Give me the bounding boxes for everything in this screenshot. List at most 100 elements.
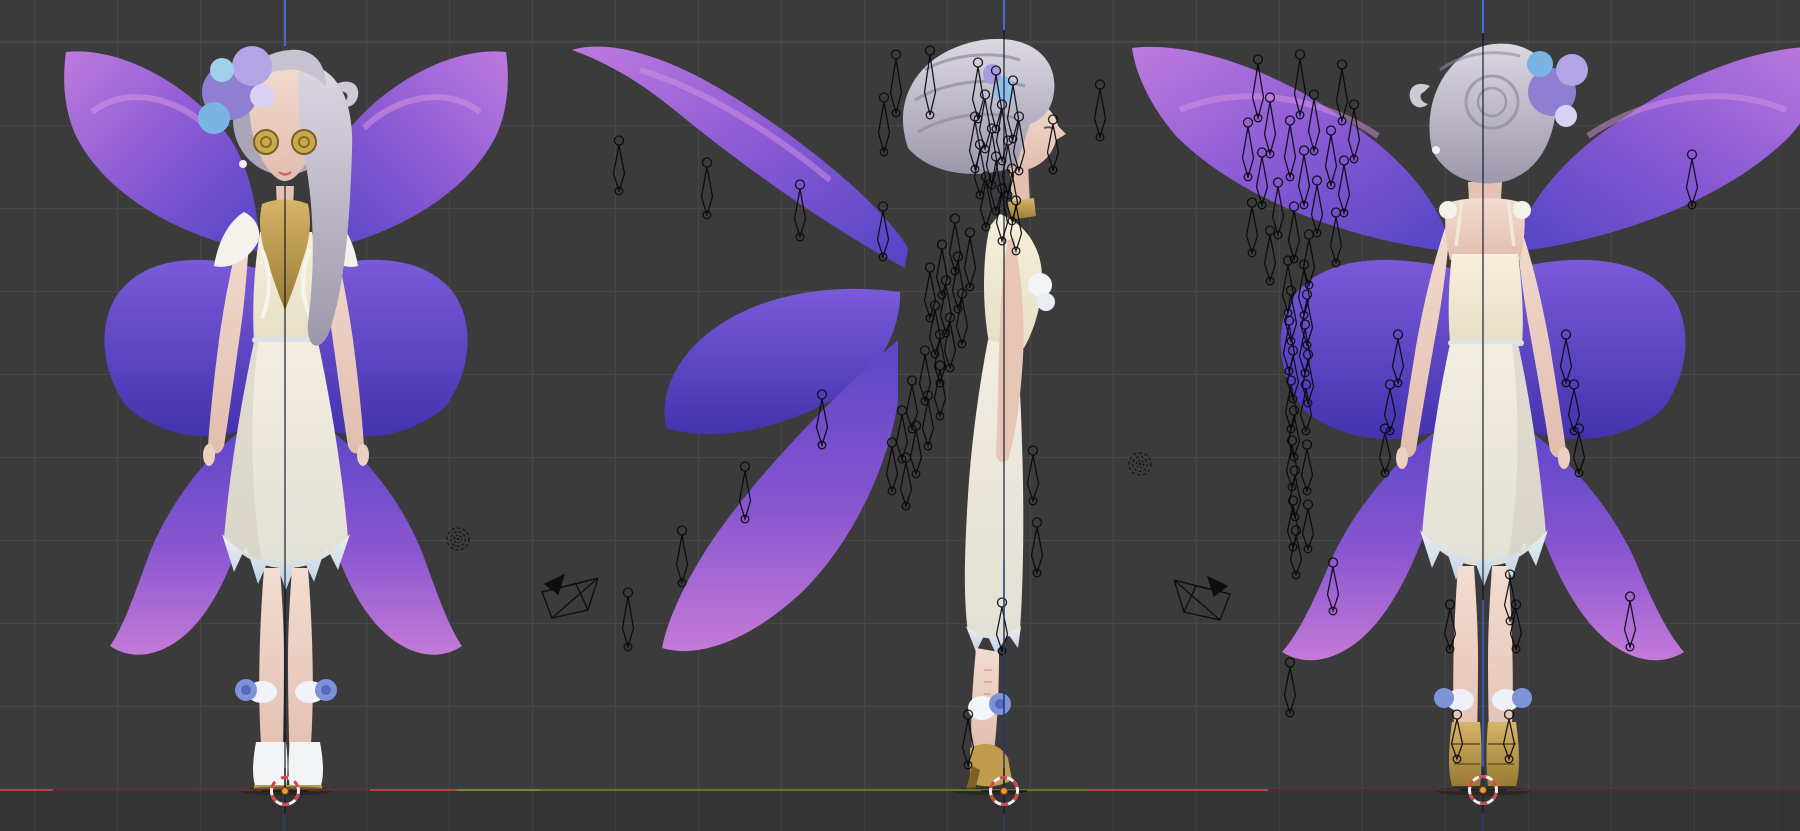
- viewport-canvas[interactable]: [0, 0, 1800, 831]
- camera-object[interactable]: [541, 573, 599, 619]
- bone-body: [1263, 234, 1277, 284]
- lace-puff-right: [1513, 201, 1531, 219]
- armature-bone[interactable]: [935, 239, 949, 300]
- flower-petal: [232, 46, 272, 86]
- armature-bone[interactable]: [1301, 499, 1315, 554]
- bone-body: [675, 534, 689, 586]
- blender-3d-viewport[interactable]: [0, 0, 1800, 831]
- armature-bone[interactable]: [955, 288, 969, 349]
- armature-bone[interactable]: [885, 437, 899, 496]
- bone-body: [1300, 448, 1314, 493]
- armature-bone[interactable]: [1245, 197, 1259, 258]
- bone-head-joint: [896, 405, 908, 416]
- armature-bone[interactable]: [1030, 517, 1044, 578]
- bone-head-joint: [949, 213, 961, 224]
- body-side: [964, 214, 1055, 790]
- armature-bone[interactable]: [1283, 657, 1297, 718]
- bone-head-joint: [1308, 89, 1320, 100]
- ankle-rose-right: [1512, 688, 1532, 708]
- bone-body: [963, 236, 977, 290]
- bodice-back: [1448, 254, 1523, 344]
- horn-curl: [1409, 83, 1430, 108]
- armature-bone[interactable]: [1289, 525, 1303, 580]
- cursor-center-dot: [1479, 786, 1487, 794]
- armature-bone[interactable]: [951, 251, 965, 314]
- chest-fluff-2: [1037, 293, 1055, 311]
- empty-center-dot: [456, 537, 460, 541]
- bone-head-joint: [936, 239, 948, 250]
- armature-bone[interactable]: [1286, 495, 1300, 552]
- flower-petal-cyan: [210, 58, 234, 82]
- cursor-center-dot: [1000, 787, 1008, 795]
- bone-head-joint: [919, 345, 931, 356]
- bone-body: [1245, 206, 1259, 256]
- bone-body: [1287, 210, 1301, 262]
- bone-head-joint: [701, 157, 713, 168]
- armature-bone[interactable]: [889, 49, 903, 118]
- bone-body: [877, 101, 891, 155]
- armature-bone[interactable]: [939, 275, 953, 338]
- bone-body: [612, 144, 626, 194]
- fairy-model-back-view[interactable]: [1132, 43, 1800, 796]
- bone-head-joint: [1348, 99, 1360, 110]
- bone-body: [1026, 454, 1040, 504]
- armature-bone[interactable]: [1300, 439, 1314, 496]
- armature-bone[interactable]: [877, 92, 891, 157]
- bone-head-joint: [1303, 229, 1315, 240]
- hand-left: [1396, 447, 1408, 469]
- bone-body: [933, 369, 947, 419]
- hand-right: [357, 444, 369, 466]
- bone-head-joint: [1264, 225, 1276, 236]
- armature-bone[interactable]: [700, 157, 714, 220]
- bone-body: [885, 446, 899, 494]
- armature-bone[interactable]: [928, 300, 942, 359]
- bone-head-joint: [1094, 79, 1106, 90]
- armature-bone[interactable]: [675, 525, 689, 588]
- hand-left: [203, 444, 215, 466]
- armature-bone[interactable]: [943, 312, 957, 373]
- cursor-center-dot: [281, 787, 289, 795]
- eye-right-gold-swirl: [291, 129, 317, 155]
- bone-body: [1283, 666, 1297, 716]
- earring: [1432, 146, 1440, 154]
- bone-head-joint: [1290, 525, 1302, 536]
- eye-left-gold-swirl: [253, 129, 279, 155]
- armature-bone[interactable]: [1285, 435, 1299, 492]
- flower-petal-blue: [198, 102, 230, 134]
- bone-body: [909, 429, 923, 477]
- bone-head-joint: [924, 262, 936, 273]
- flower-petal-light: [1555, 105, 1577, 127]
- armature-bone[interactable]: [899, 452, 913, 511]
- bone-head-joint: [1336, 59, 1348, 70]
- flower-petal-blue: [1527, 51, 1553, 77]
- armature-bone[interactable]: [1093, 79, 1107, 142]
- head-side: [903, 38, 1066, 220]
- armature-bone[interactable]: [918, 345, 932, 406]
- bone-body: [923, 271, 937, 321]
- shoe-left: [253, 742, 288, 788]
- armature-bone[interactable]: [621, 587, 635, 652]
- bone-head-joint: [1294, 49, 1306, 60]
- bone-body: [918, 354, 932, 404]
- armature-bone[interactable]: [1026, 445, 1040, 506]
- bone-head-joint: [1027, 445, 1039, 456]
- armature-bone[interactable]: [612, 135, 626, 196]
- bone-head-joint: [613, 135, 625, 146]
- bone-head-joint: [1246, 197, 1258, 208]
- bone-head-joint: [739, 461, 751, 472]
- ankle-rose-left: [1434, 688, 1454, 708]
- armature-bone[interactable]: [933, 329, 947, 388]
- armature-bone[interactable]: [963, 227, 977, 292]
- armature-bone[interactable]: [979, 171, 993, 232]
- empty-sphere-object[interactable]: [1128, 452, 1152, 476]
- camera-body: [541, 583, 589, 619]
- bone-body: [1030, 526, 1044, 576]
- below-floor-shade: [0, 791, 1800, 831]
- camera-object[interactable]: [1173, 575, 1231, 621]
- bone-head-joint: [1301, 439, 1313, 450]
- bone-head-joint: [1285, 285, 1297, 296]
- flower-petal-light: [250, 84, 274, 108]
- fairy-model-front-view[interactable]: [64, 46, 508, 796]
- empty-center-dot: [1138, 462, 1142, 466]
- empty-sphere-object[interactable]: [446, 527, 470, 551]
